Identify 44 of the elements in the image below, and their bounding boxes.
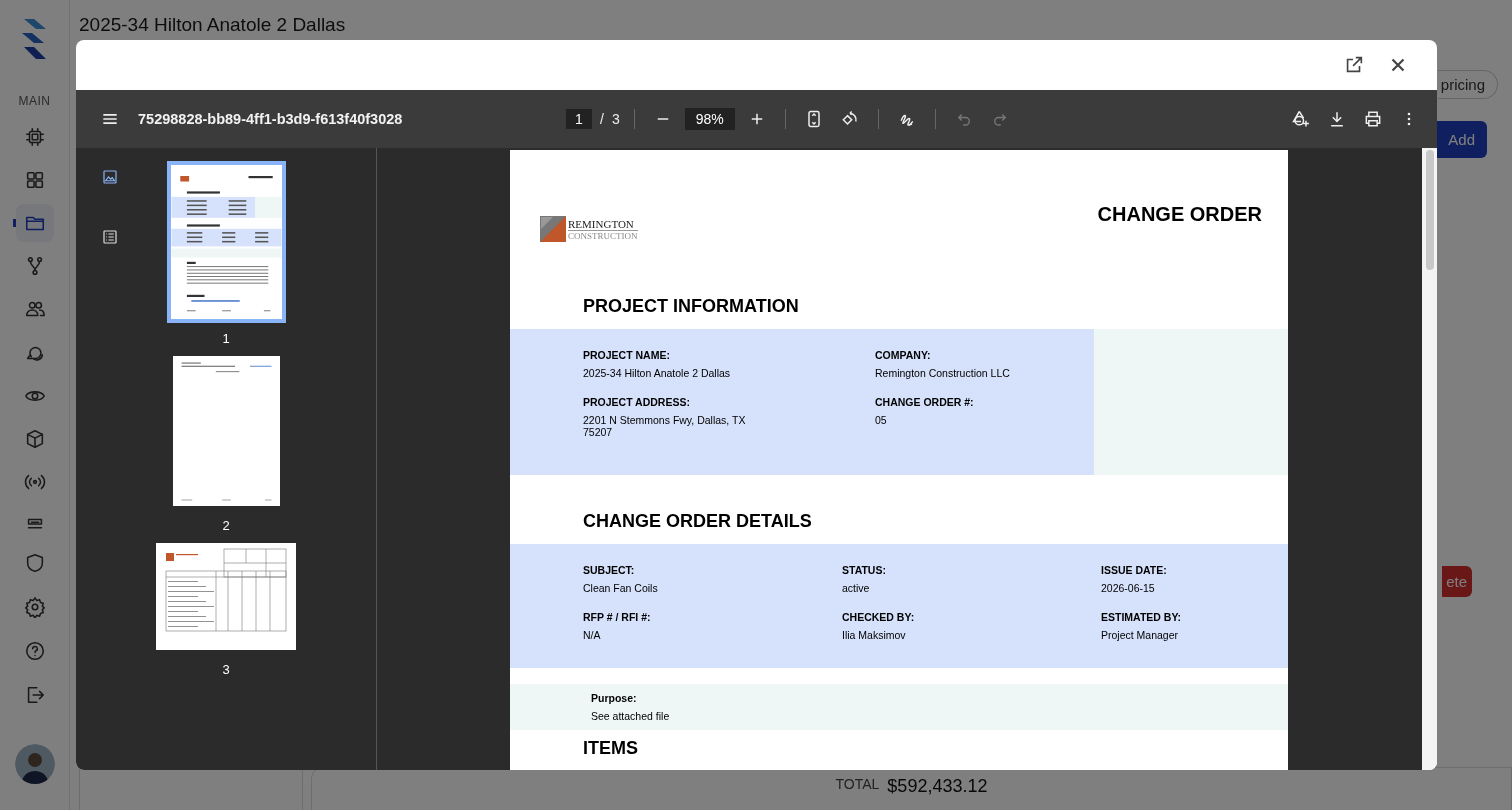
- section-heading: CHANGE ORDER DETAILS: [582, 511, 813, 533]
- folder-icon[interactable]: [15, 204, 54, 242]
- page-title: 2025-34 Hilton Anatole 2 Dallas: [79, 14, 347, 37]
- field-value: 2025-34 Hilton Anatole 2 Dallas: [583, 367, 732, 379]
- field-label: CHECKED BY:: [842, 611, 916, 623]
- delete-button[interactable]: ete: [1442, 566, 1472, 597]
- avatar[interactable]: [14, 744, 55, 784]
- page-number-field[interactable]: 1: [566, 109, 592, 129]
- total-label: TOTAL: [835, 776, 880, 792]
- section-heading: PROJECT INFORMATION: [582, 296, 800, 318]
- field-label: STATUS:: [842, 564, 887, 576]
- field-label: CHANGE ORDER #:: [875, 396, 975, 408]
- field-value: Clean Fan Coils: [583, 582, 659, 594]
- field-value: 2026-06-15: [1101, 582, 1156, 594]
- field-label: ISSUE DATE:: [1101, 564, 1168, 576]
- field-value: Ilia Maksimov: [842, 629, 907, 641]
- field-value: active: [842, 582, 871, 594]
- field-label: PROJECT ADDRESS:: [583, 396, 691, 408]
- scrollbar[interactable]: [1422, 148, 1437, 770]
- total-value: $592,433.12: [887, 776, 988, 797]
- thumbnail-number: 2: [222, 518, 230, 533]
- field-value: N/A: [583, 629, 602, 641]
- page-separator: /: [600, 111, 604, 127]
- field-label: RFP # / RFI #:: [583, 611, 652, 623]
- field-label: Purpose:: [591, 692, 638, 704]
- field-value: See attached file: [591, 710, 671, 722]
- page-count: 3: [611, 111, 620, 127]
- file-name: 75298828-bb89-4ff1-b3d9-f613f40f3028: [138, 111, 403, 127]
- document-title: CHANGE ORDER: [1097, 203, 1262, 226]
- zoom-field[interactable]: 98%: [684, 108, 735, 130]
- thumbnail-number: 1: [222, 331, 230, 346]
- field-label: PROJECT NAME:: [583, 349, 671, 361]
- section-label: MAIN: [18, 94, 51, 108]
- section-heading: ITEMS: [582, 738, 639, 760]
- field-label: ESTIMATED BY:: [1101, 611, 1183, 623]
- field-label: SUBJECT:: [583, 564, 636, 576]
- field-label: COMPANY:: [875, 349, 932, 361]
- add-button[interactable]: Add: [1434, 121, 1487, 158]
- field-value: 2201 N Stemmons Fwy, Dallas, TX 75207: [583, 414, 747, 438]
- company-logo: REMINGTON CONSTRUCTION: [540, 216, 638, 242]
- field-value: Project Manager: [1101, 629, 1180, 641]
- thumbnail-number: 3: [222, 662, 230, 677]
- field-value: 05: [875, 414, 888, 426]
- field-value: Remington Construction LLC: [875, 367, 1011, 379]
